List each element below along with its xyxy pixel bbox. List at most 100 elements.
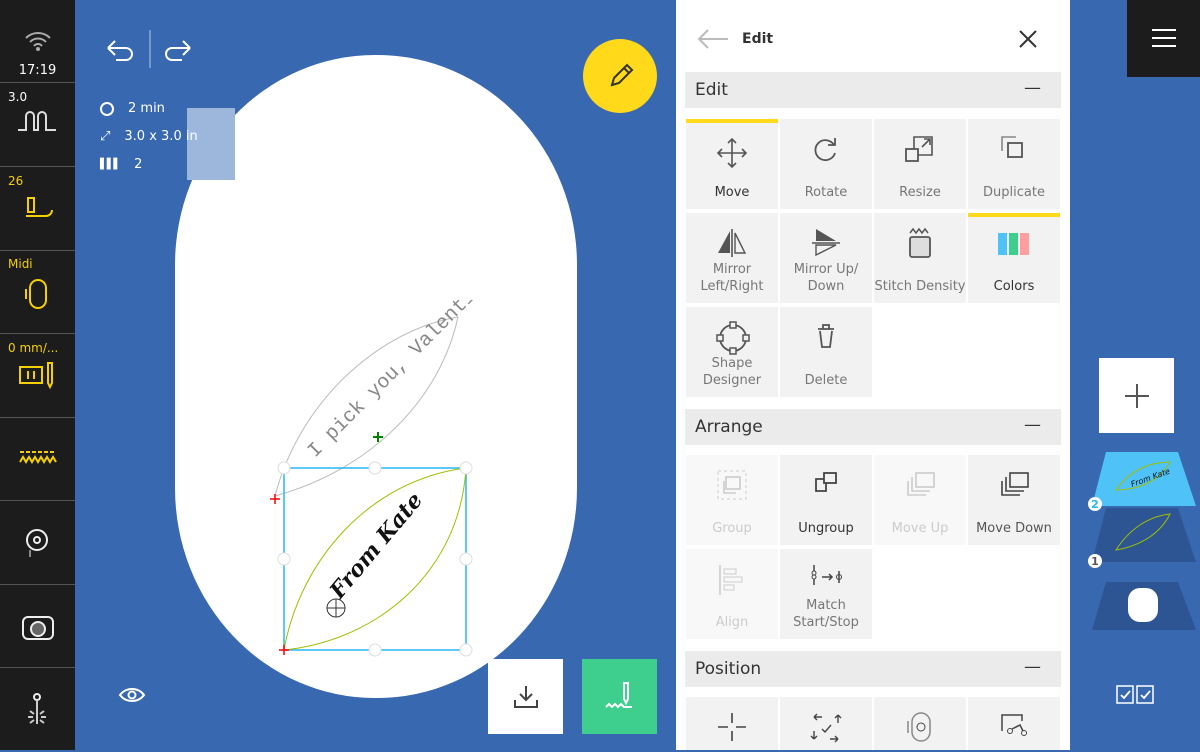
label: Mirror Up/ Down [793, 262, 859, 294]
move-down-button[interactable]: Move Down [968, 455, 1060, 545]
move-arrows-icon [810, 713, 842, 743]
start-stop-markers [270, 494, 289, 655]
label: Duplicate [983, 185, 1045, 200]
hoop-corner-overlay [187, 108, 235, 180]
ungroup-button[interactable]: Ungroup [780, 455, 872, 545]
layer-stack[interactable]: From Kate 2 1 [1080, 450, 1200, 630]
layer-1[interactable] [1092, 508, 1196, 562]
label: 0 mm/... [8, 341, 59, 355]
shape-designer-button[interactable]: Shape Designer [686, 307, 778, 397]
resize-button[interactable]: Resize [874, 119, 966, 209]
sidebar-item-presser-foot[interactable]: 26 [0, 168, 75, 251]
layer-hoop[interactable] [1092, 582, 1196, 630]
eye-icon[interactable] [118, 685, 146, 705]
position-hoop-button[interactable] [874, 697, 966, 750]
crosshair-icon [326, 598, 346, 618]
stitch-density-button[interactable]: Stitch Density [874, 213, 966, 303]
move-up-button[interactable]: Move Up [874, 455, 966, 545]
label: 2 [134, 157, 143, 172]
label: Position [695, 659, 762, 679]
sidebar-item-hoop[interactable]: Midi [0, 251, 75, 334]
undo-icon[interactable] [107, 40, 133, 61]
label: Mirror Left/Right [700, 262, 764, 294]
align-button[interactable]: Align [686, 549, 778, 639]
position-corners-button[interactable] [968, 697, 1060, 750]
position-move-button[interactable] [780, 697, 872, 750]
match-start-stop-button[interactable]: Match Start/Stop [780, 549, 872, 639]
crosshair-icon [718, 713, 746, 741]
panel-title: Edit [742, 31, 774, 47]
rotate-button[interactable]: Rotate [780, 119, 872, 209]
mirror-up-down-button[interactable]: Mirror Up/ Down [780, 213, 872, 303]
sidebar-item-needle-light[interactable] [0, 669, 75, 752]
select-all-checkboxes-icon[interactable] [1115, 684, 1157, 706]
save-button[interactable] [488, 659, 563, 734]
status-block: 17:19 [0, 0, 75, 83]
undo-redo [107, 30, 191, 68]
sidebar-item-stitch-width[interactable]: 3.0 [0, 84, 75, 167]
sidebar-item-pin[interactable] [0, 502, 75, 585]
from-kate-text: From Kate [324, 488, 428, 605]
color-blocks-icon: ▌▌▌ [100, 159, 121, 170]
move-button[interactable]: Move [686, 119, 778, 209]
edit-pencil-button[interactable] [583, 39, 657, 113]
sidebar-item-camera[interactable] [0, 585, 75, 668]
add-design-button[interactable] [1099, 358, 1174, 433]
mirror-left-right-button[interactable]: Mirror Left/Right [686, 213, 778, 303]
redo-icon[interactable] [165, 40, 191, 61]
hoop-center-icon [907, 712, 931, 742]
hamburger-icon [1152, 29, 1176, 47]
embroidery-canvas[interactable]: 2 min ⤢ 3.0 x 3.0 in ▌▌▌ 2 I pick you, Val… [75, 0, 676, 750]
back-arrow-icon[interactable] [696, 28, 730, 50]
label: Rotate [804, 185, 848, 200]
layer-2[interactable]: From Kate [1092, 452, 1196, 506]
trash-icon [818, 324, 834, 348]
match-start-stop-icon [811, 565, 842, 585]
shape-designer-icon [716, 321, 750, 355]
collapse-icon[interactable]: — [1024, 415, 1041, 435]
duplicate-button[interactable]: Duplicate [968, 119, 1060, 209]
align-icon [719, 565, 743, 595]
label: Match Start/Stop [793, 598, 859, 630]
label: Shape Designer [702, 356, 762, 388]
menu-button[interactable] [1127, 0, 1200, 77]
stitch-width-icon [18, 111, 56, 131]
section-edit-header[interactable]: Edit — [685, 72, 1061, 108]
label: Colors [993, 279, 1035, 294]
text: I pick you, Valentine! [304, 300, 480, 463]
delete-button[interactable]: Delete [780, 307, 872, 397]
mirror-vertical-icon [812, 229, 840, 257]
edit-panel: Edit Edit — Move Rotate Resize Duplicate … [676, 0, 1070, 750]
sidebar-item-stitch-pattern[interactable] [0, 418, 75, 501]
group-button[interactable]: Group [686, 455, 778, 545]
clock: 17:19 [18, 63, 57, 78]
embroider-button[interactable] [582, 659, 657, 734]
needle-position-icon [19, 362, 53, 390]
wifi-icon [25, 32, 51, 51]
hoop-icon [25, 279, 47, 309]
close-icon[interactable] [1019, 30, 1037, 48]
section-position-header[interactable]: Position — [685, 651, 1061, 687]
label: Ungroup [798, 521, 854, 536]
label: Edit [695, 80, 728, 100]
collapse-icon[interactable]: — [1024, 657, 1041, 677]
label: Align [715, 615, 749, 630]
clock-icon [100, 101, 114, 116]
label: Resize [899, 185, 941, 200]
collapse-icon[interactable]: — [1024, 78, 1041, 98]
colors-button[interactable]: Colors [968, 213, 1060, 303]
move-down-icon [1001, 472, 1029, 496]
layer-badge-1: 1 [1088, 554, 1102, 568]
ungroup-icon [815, 472, 837, 492]
download-icon [514, 686, 538, 708]
position-center-button[interactable] [686, 697, 778, 750]
rotate-icon [814, 138, 836, 162]
stitch-out-icon [605, 682, 632, 709]
layers-sidebar: From Kate 2 1 [1070, 0, 1200, 750]
resize-icon [905, 136, 933, 162]
section-arrange-header[interactable]: Arrange — [685, 409, 1061, 445]
color-count: ▌▌▌ 2 [100, 157, 142, 172]
text: From Kate [324, 488, 428, 605]
sidebar-item-needle-position[interactable]: 0 mm/... [0, 335, 75, 418]
design-size: ⤢ 3.0 x 3.0 in [100, 129, 198, 144]
